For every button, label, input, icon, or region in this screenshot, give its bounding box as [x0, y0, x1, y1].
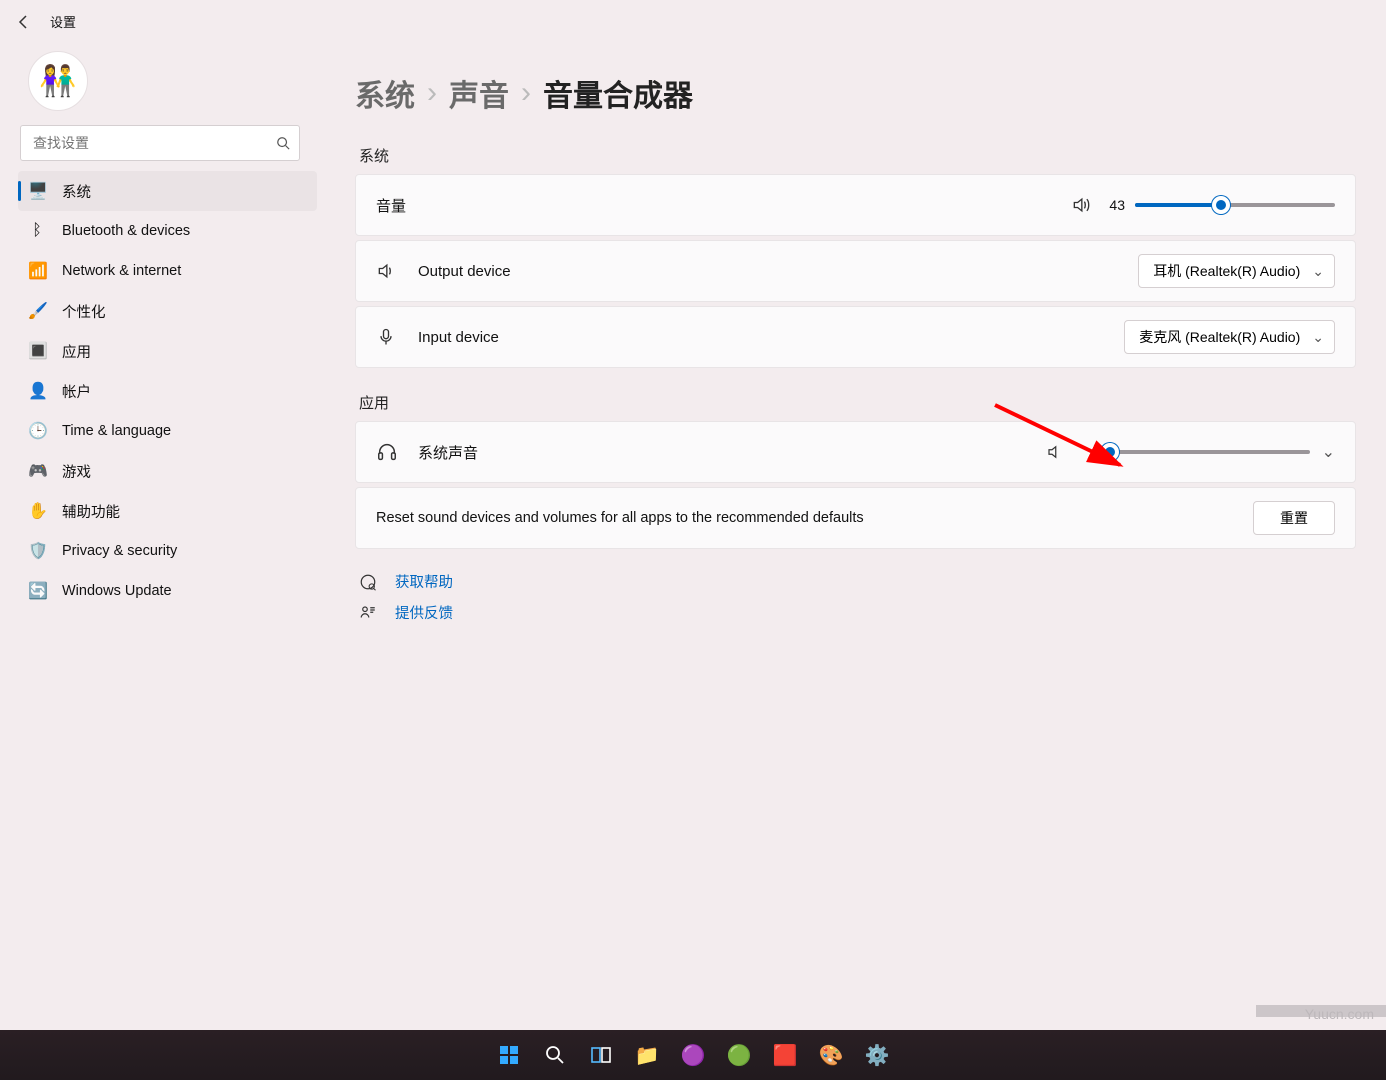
nav-list: 🖥️ 系统 ᛒ Bluetooth & devices 📶 Network & inter… — [18, 171, 317, 611]
help-icon — [359, 573, 377, 591]
feedback-link[interactable]: 提供反馈 — [395, 602, 453, 623]
sidebar-item-2[interactable]: 📶 Network & internet — [18, 251, 317, 291]
chevron-right-icon: › — [521, 76, 531, 110]
breadcrumb: 系统 › 声音 › 音量合成器 — [355, 71, 1386, 115]
sidebar-item-7[interactable]: 🎮 游戏 — [18, 451, 317, 491]
input-dropdown[interactable]: 麦克风 (Realtek(R) Audio) ⌄ — [1124, 320, 1335, 354]
taskbar-chrome-icon[interactable]: 🟢 — [719, 1035, 759, 1075]
sidebar-label-3: 个性化 — [62, 301, 106, 322]
sidebar-icon-4: 🔳 — [28, 341, 46, 361]
system-sounds-label: 系统声音 — [418, 442, 478, 463]
sidebar-icon-9: 🛡️ — [28, 541, 46, 561]
feedback-icon — [359, 604, 377, 622]
sidebar-icon-7: 🎮 — [28, 461, 46, 481]
output-dropdown[interactable]: 耳机 (Realtek(R) Audio) ⌄ — [1138, 254, 1335, 288]
start-button[interactable] — [489, 1035, 529, 1075]
speaker-out-icon — [376, 261, 400, 281]
sidebar-item-9[interactable]: 🛡️ Privacy & security — [18, 531, 317, 571]
sidebar-label-1: Bluetooth & devices — [62, 223, 190, 239]
sidebar: 👫 🖥️ 系统 ᛒ Bluetooth & devices 📶 Network & int… — [0, 43, 335, 1080]
sidebar-icon-10: 🔄 — [28, 581, 46, 601]
search-box — [20, 125, 300, 161]
sidebar-icon-3: 🖌️ — [28, 301, 46, 321]
chevron-down-icon: ⌄ — [1312, 263, 1324, 280]
taskbar-app1-icon[interactable]: 🟥 — [765, 1035, 805, 1075]
output-device-card: Output device 耳机 (Realtek(R) Audio) ⌄ — [355, 240, 1356, 302]
system-sounds-card: 系统声音 0 ⌄ — [355, 421, 1356, 483]
chevron-down-icon: ⌄ — [1312, 329, 1324, 346]
sidebar-label-5: 帐户 — [62, 381, 91, 402]
sidebar-item-1[interactable]: ᛒ Bluetooth & devices — [18, 211, 317, 251]
sidebar-item-4[interactable]: 🔳 应用 — [18, 331, 317, 371]
sidebar-icon-1: ᛒ — [28, 222, 46, 240]
sidebar-icon-8: ✋ — [28, 501, 46, 521]
sidebar-label-9: Privacy & security — [62, 543, 177, 559]
sidebar-icon-6: 🕒 — [28, 421, 46, 441]
sidebar-icon-2: 📶 — [28, 261, 46, 281]
reset-card: Reset sound devices and volumes for all … — [355, 487, 1356, 549]
reset-text: Reset sound devices and volumes for all … — [376, 510, 864, 526]
user-avatar[interactable]: 👫 — [28, 51, 88, 111]
output-label: Output device — [418, 263, 511, 280]
sidebar-label-10: Windows Update — [62, 583, 172, 599]
speaker-muted-icon[interactable] — [1046, 443, 1068, 461]
input-selected: 麦克风 (Realtek(R) Audio) — [1139, 327, 1300, 347]
volume-card: 音量 43 — [355, 174, 1356, 236]
sidebar-label-7: 游戏 — [62, 461, 91, 482]
sidebar-item-10[interactable]: 🔄 Windows Update — [18, 571, 317, 611]
sidebar-label-4: 应用 — [62, 341, 91, 362]
app-volume-value: 0 — [1076, 444, 1100, 460]
sidebar-label-2: Network & internet — [62, 263, 181, 279]
crumb-system[interactable]: 系统 — [355, 71, 415, 115]
speaker-icon[interactable] — [1071, 195, 1093, 215]
sidebar-icon-0: 🖥️ — [28, 181, 46, 201]
section-system-title: 系统 — [359, 145, 1386, 166]
reset-button[interactable]: 重置 — [1253, 501, 1335, 535]
back-button[interactable] — [16, 14, 32, 30]
sidebar-label-8: 辅助功能 — [62, 501, 120, 522]
taskbar-taskview-icon[interactable] — [581, 1035, 621, 1075]
sidebar-icon-5: 👤 — [28, 381, 46, 401]
sidebar-item-0[interactable]: 🖥️ 系统 — [18, 171, 317, 211]
expand-button[interactable]: ⌄ — [1322, 442, 1335, 462]
search-input[interactable] — [20, 125, 300, 161]
output-selected: 耳机 (Realtek(R) Audio) — [1153, 261, 1300, 281]
crumb-sound[interactable]: 声音 — [449, 71, 509, 115]
headphones-icon — [376, 441, 400, 463]
main-content: 系统 › 声音 › 音量合成器 系统 音量 43 Output devi — [335, 43, 1386, 1080]
taskbar-browser1-icon[interactable]: 🟣 — [673, 1035, 713, 1075]
window-title: 设置 — [50, 12, 76, 31]
sidebar-label-0: 系统 — [62, 181, 91, 202]
taskbar-paint-icon[interactable]: 🎨 — [811, 1035, 851, 1075]
crumb-mixer: 音量合成器 — [543, 71, 693, 115]
app-volume-slider[interactable] — [1110, 450, 1310, 454]
taskbar-settings-icon[interactable]: ⚙️ — [857, 1035, 897, 1075]
sidebar-item-8[interactable]: ✋ 辅助功能 — [18, 491, 317, 531]
microphone-icon — [376, 327, 400, 347]
input-label: Input device — [418, 329, 499, 346]
sidebar-item-6[interactable]: 🕒 Time & language — [18, 411, 317, 451]
volume-slider[interactable] — [1135, 203, 1335, 207]
taskbar-search-icon[interactable] — [535, 1035, 575, 1075]
taskbar: 📁 🟣 🟢 🟥 🎨 ⚙️ — [0, 1030, 1386, 1080]
taskbar-explorer-icon[interactable]: 📁 — [627, 1035, 667, 1075]
section-apps-title: 应用 — [359, 392, 1386, 413]
volume-value: 43 — [1101, 197, 1125, 213]
sidebar-item-5[interactable]: 👤 帐户 — [18, 371, 317, 411]
search-icon — [276, 136, 290, 150]
volume-label: 音量 — [376, 195, 406, 216]
input-device-card: Input device 麦克风 (Realtek(R) Audio) ⌄ — [355, 306, 1356, 368]
get-help-link[interactable]: 获取帮助 — [395, 571, 453, 592]
sidebar-item-3[interactable]: 🖌️ 个性化 — [18, 291, 317, 331]
sidebar-label-6: Time & language — [62, 423, 171, 439]
chevron-right-icon: › — [427, 76, 437, 110]
watermark: Yuucn.com — [1305, 1006, 1374, 1022]
